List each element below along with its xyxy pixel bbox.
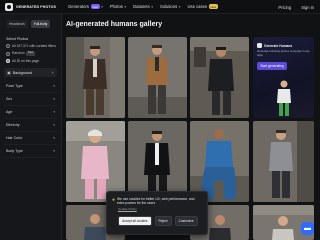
- nav-generators[interactable]: Generators New ▾: [68, 4, 103, 9]
- promo-title: Generate Humans: [264, 43, 293, 48]
- radio-icon: [6, 44, 10, 49]
- select-photos-title: Select Photos: [6, 37, 29, 41]
- filter-label: Body Type: [6, 149, 23, 154]
- cookie-policy-link[interactable]: Cookie Policy: [118, 207, 207, 211]
- filter-label: Ethnicity: [6, 123, 20, 128]
- person-illustration: [277, 80, 291, 116]
- radio-selected-icon: [6, 59, 10, 64]
- nav-use-cases[interactable]: Use cases New: [187, 4, 218, 9]
- filter-hair-color[interactable]: Hair Color ▾: [4, 132, 57, 146]
- tab-full-body[interactable]: Full-body: [30, 20, 51, 28]
- account-links: Pricing Sign in: [278, 0, 314, 14]
- chevron-down-icon: ▾: [53, 84, 55, 89]
- tab-headshots[interactable]: Headshots: [6, 20, 28, 28]
- nav-use-cases-label: Use cases: [187, 4, 208, 9]
- photo-card[interactable]: [128, 121, 187, 202]
- person-photo: [190, 121, 249, 202]
- cookie-banner: ● We use cookies for better UX, web perf…: [106, 191, 208, 235]
- image-icon: ▣: [7, 70, 11, 76]
- background-label: Background: [12, 70, 32, 75]
- plus-icon: +: [51, 70, 54, 76]
- page-title: AI-generated humans gallery: [66, 21, 163, 28]
- nav-photos-label: Photos: [109, 4, 123, 9]
- generate-humans-promo: Generate Humans Generate full-body photo…: [253, 37, 314, 118]
- chat-icon: ▬: [304, 225, 311, 232]
- filter-label: Hair Color: [6, 136, 23, 141]
- start-generating-button[interactable]: Start generating: [257, 62, 287, 70]
- chat-button[interactable]: ▬: [301, 222, 314, 235]
- person-photo: [190, 37, 249, 118]
- person-photo: [66, 37, 125, 118]
- logo-text: GENERATED PHOTOS: [16, 4, 57, 9]
- chevron-down-icon: ▾: [53, 136, 55, 141]
- new-tag: New: [26, 51, 35, 56]
- cookie-icon: ●: [112, 197, 116, 203]
- person-photo: [128, 37, 187, 118]
- chevron-down-icon: ▾: [53, 97, 55, 102]
- photo-card[interactable]: [128, 37, 187, 118]
- new-badge: New: [209, 4, 218, 9]
- photo-type-toggle: Headshots Full-body: [6, 20, 61, 28]
- filter-label: Age: [6, 110, 13, 115]
- logo-icon: [257, 43, 262, 48]
- option-random[interactable]: Random New: [6, 51, 58, 56]
- nav-solutions-label: Solutions: [159, 4, 178, 9]
- cookie-actions: Accept all cookies Reject Customize: [118, 216, 207, 227]
- chevron-down-icon: ▾: [101, 4, 103, 9]
- radio-icon: [6, 51, 10, 56]
- logo[interactable]: GENERATED PHOTOS: [5, 2, 57, 11]
- chevron-down-icon: ▾: [53, 110, 55, 115]
- main-menu: Generators New ▾ Photos ▾ Datasets ▾ Sol…: [68, 4, 218, 9]
- option-label: All 167,371 with curated filters: [12, 44, 56, 48]
- chevron-down-icon: ▾: [151, 4, 153, 9]
- photo-card[interactable]: [253, 121, 314, 202]
- accept-cookies-button[interactable]: Accept all cookies: [118, 216, 152, 227]
- customize-button[interactable]: Customize: [174, 216, 198, 227]
- top-navigation: GENERATED PHOTOS Generators New ▾ Photos…: [0, 0, 320, 14]
- chevron-down-icon: ▾: [124, 4, 127, 9]
- filter-sex[interactable]: Sex ▾: [4, 93, 57, 107]
- filter-pose-type[interactable]: Pose Type ▾: [4, 80, 57, 94]
- photo-card[interactable]: [66, 37, 125, 118]
- person-photo: [128, 121, 187, 202]
- option-all-on-page[interactable]: All 20 on this page: [6, 58, 58, 64]
- nav-datasets-label: Datasets: [133, 4, 150, 9]
- nav-photos[interactable]: Photos ▾: [110, 4, 126, 9]
- filter-label: Pose Type: [6, 84, 23, 89]
- filter-age[interactable]: Age ▾: [4, 106, 57, 120]
- chevron-down-icon: ▾: [53, 149, 55, 154]
- promo-text: Generate full-body photos of people in a…: [257, 49, 310, 57]
- photo-card[interactable]: [190, 121, 249, 202]
- chevron-down-icon: ▾: [53, 123, 55, 128]
- photo-card[interactable]: [190, 37, 249, 118]
- option-label: Random: [12, 51, 25, 56]
- logo-icon: [5, 2, 13, 11]
- person-photo: [253, 121, 314, 202]
- nav-datasets[interactable]: Datasets ▾: [133, 4, 153, 9]
- reject-button[interactable]: Reject: [154, 216, 172, 227]
- filter-sidebar: Headshots Full-body Select Photos All 16…: [0, 14, 62, 240]
- new-badge: New: [90, 4, 100, 9]
- pricing-link[interactable]: Pricing: [278, 5, 291, 10]
- chevron-down-icon: ▾: [178, 4, 181, 9]
- filter-label: Sex: [6, 97, 13, 102]
- filter-body-type[interactable]: Body Type ▾: [4, 145, 57, 159]
- person-photo: [66, 121, 125, 202]
- option-all-curated[interactable]: All 167,371 with curated filters: [6, 44, 58, 49]
- sign-in-link[interactable]: Sign in: [301, 5, 314, 10]
- background-filter[interactable]: ▣ Background +: [4, 68, 57, 78]
- photo-card[interactable]: [66, 121, 125, 202]
- filter-ethnicity[interactable]: Ethnicity ▾: [4, 119, 57, 133]
- option-label: All 20 on this page: [12, 58, 40, 63]
- nav-solutions[interactable]: Solutions ▾: [160, 4, 181, 9]
- cookie-text: We use cookies for better UX, web perfor…: [117, 197, 195, 206]
- nav-generators-label: Generators: [68, 4, 89, 9]
